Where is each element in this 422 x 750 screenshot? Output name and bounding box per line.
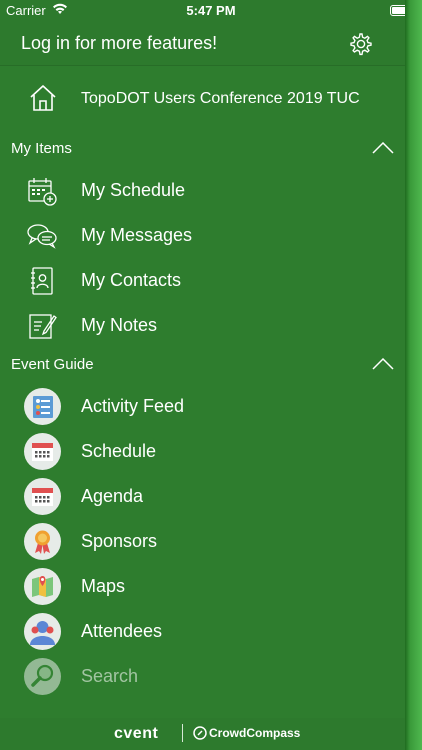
footer-branding: cvent CrowdCompass [0, 718, 405, 750]
calendar-add-icon [28, 178, 57, 206]
menu-item-label: My Messages [81, 225, 193, 245]
menu-item-label: Agenda [81, 486, 144, 506]
clock-time: 5:47 PM [186, 3, 236, 18]
people-icon [24, 613, 61, 650]
my-items-section-header[interactable]: My Items [0, 134, 405, 168]
chat-bubbles-icon [27, 224, 57, 249]
chevron-up-icon[interactable] [372, 358, 394, 370]
home-icon [30, 85, 56, 111]
calendar-icon [24, 478, 61, 515]
cvent-logo: cvent [114, 725, 159, 742]
footer-divider [182, 724, 183, 742]
menu-item-label: Maps [81, 576, 126, 596]
menu-item-attendees[interactable]: Attendees [0, 609, 405, 654]
menu-item-label: My Contacts [81, 270, 182, 290]
event-home-label: TopoDOT Users Conference 2019 TUC [81, 90, 360, 107]
crowdcompass-logo-icon [193, 726, 207, 740]
menu-item-my-messages[interactable]: My Messages [0, 213, 405, 258]
chevron-up-icon[interactable] [372, 142, 394, 154]
menu-item-schedule[interactable]: Schedule [0, 429, 405, 474]
menu-item-my-schedule[interactable]: My Schedule [0, 168, 405, 213]
status-bar: Carrier 5:47 PM [0, 0, 422, 22]
menu-item-label: Sponsors [81, 531, 158, 551]
event-home-item[interactable]: TopoDOT Users Conference 2019 TUC [0, 66, 405, 134]
my-items-title: My Items [11, 140, 72, 157]
search-icon [24, 658, 61, 695]
login-prompt-link[interactable]: Log in for more features! [21, 33, 217, 54]
menu-item-sponsors[interactable]: Sponsors [0, 519, 405, 564]
event-guide-section-header[interactable]: Event Guide [0, 350, 405, 384]
menu-item-label: My Schedule [81, 180, 186, 200]
address-book-icon [31, 267, 53, 295]
side-menu: Log in for more features! TopoDOT Users … [0, 22, 405, 750]
menu-header: Log in for more features! [0, 22, 405, 66]
gear-icon[interactable] [347, 30, 375, 58]
map-icon [24, 568, 61, 605]
menu-item-my-contacts[interactable]: My Contacts [0, 258, 405, 303]
menu-item-maps[interactable]: Maps [0, 564, 405, 609]
menu-item-label: Search [81, 666, 139, 686]
activity-feed-icon [24, 388, 61, 425]
note-edit-icon [29, 314, 57, 339]
menu-item-my-notes[interactable]: My Notes [0, 303, 405, 348]
menu-item-agenda[interactable]: Agenda [0, 474, 405, 519]
crowdcompass-logo: CrowdCompass [209, 726, 301, 740]
background-content-edge[interactable] [405, 0, 422, 750]
menu-item-label: My Notes [81, 315, 158, 335]
menu-item-search[interactable]: Search [0, 654, 405, 699]
event-guide-title: Event Guide [11, 356, 94, 373]
menu-item-activity-feed[interactable]: Activity Feed [0, 384, 405, 429]
menu-item-label: Schedule [81, 441, 157, 461]
ribbon-badge-icon [24, 523, 61, 560]
calendar-icon [24, 433, 61, 470]
menu-item-label: Attendees [81, 621, 163, 641]
menu-item-label: Activity Feed [81, 396, 185, 416]
